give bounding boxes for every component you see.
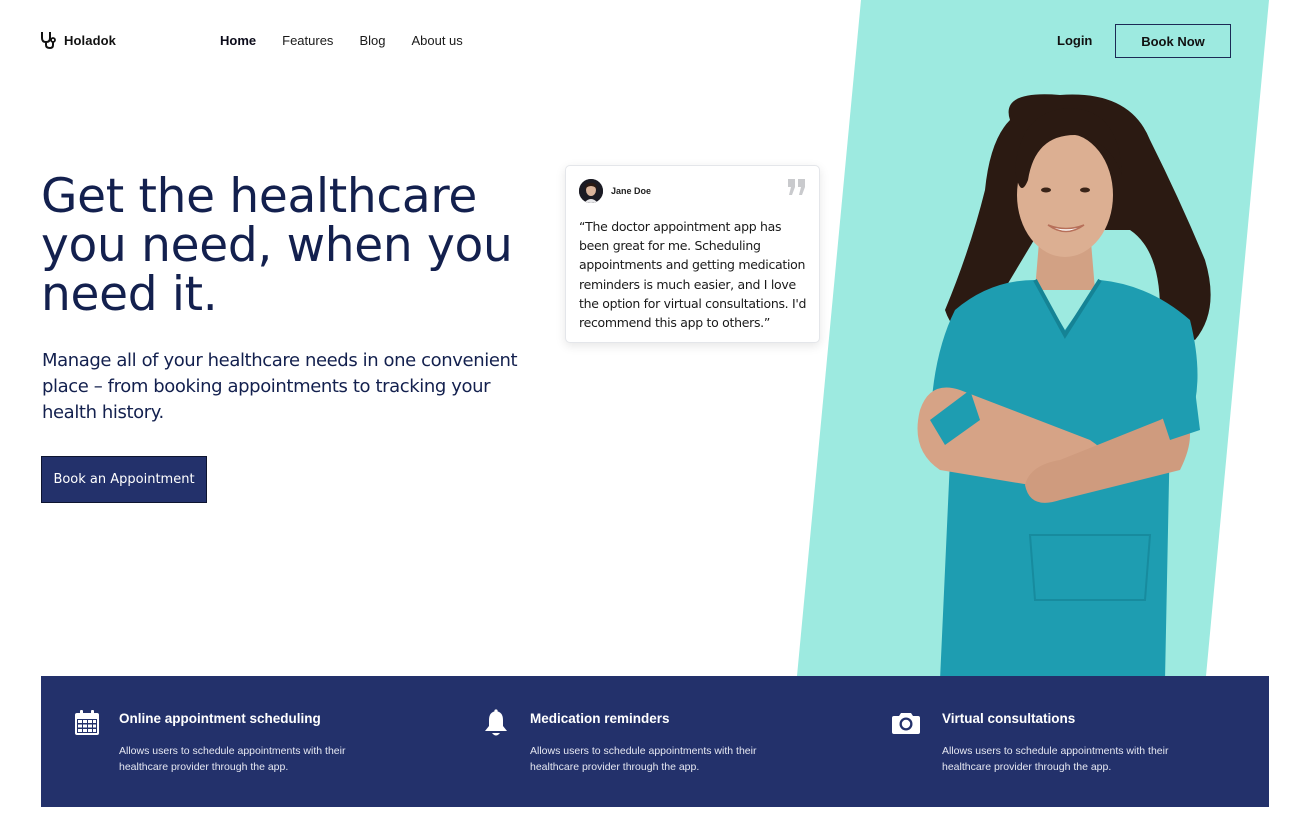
brand-logo[interactable]: Holadok bbox=[40, 31, 116, 50]
quote-icon bbox=[788, 179, 805, 195]
nav-item-features[interactable]: Features bbox=[282, 33, 333, 48]
testimonial-quote: “The doctor appointment app has been gre… bbox=[579, 219, 807, 331]
feature-description: Allows users to schedule appointments wi… bbox=[119, 745, 346, 773]
testimonial-author: Jane Doe bbox=[611, 186, 652, 196]
calendar-icon bbox=[75, 710, 99, 735]
nav-item-home[interactable]: Home bbox=[220, 33, 256, 48]
brand-name: Holadok bbox=[64, 33, 116, 48]
feature-item-virtual: Virtual consultations Allows users to sc… bbox=[863, 676, 1269, 807]
avatar bbox=[579, 179, 603, 203]
feature-title: Virtual consultations bbox=[942, 711, 1076, 726]
feature-description: Allows users to schedule appointments wi… bbox=[942, 745, 1169, 773]
bell-icon bbox=[485, 709, 507, 736]
nav-item-about-us[interactable]: About us bbox=[411, 33, 462, 48]
feature-title: Online appointment scheduling bbox=[119, 711, 321, 726]
hero-subtitle: Manage all of your healthcare needs in o… bbox=[42, 350, 518, 423]
testimonial-card: Jane Doe “The doctor appointment app has… bbox=[565, 165, 820, 343]
feature-item-reminders: Medication reminders Allows users to sch… bbox=[452, 676, 862, 807]
stethoscope-icon bbox=[41, 32, 56, 50]
feature-item-appointment: Online appointment scheduling Allows use… bbox=[41, 676, 451, 807]
book-appointment-button[interactable]: Book an Appointment bbox=[41, 456, 207, 503]
camera-icon bbox=[892, 713, 920, 734]
login-link[interactable]: Login bbox=[1057, 33, 1092, 48]
hero-title: Get the healthcare you need, when you ne… bbox=[41, 169, 513, 322]
doctor-photo bbox=[917, 94, 1211, 680]
feature-description: Allows users to schedule appointments wi… bbox=[530, 745, 757, 773]
nav-item-blog[interactable]: Blog bbox=[359, 33, 385, 48]
book-now-button[interactable]: Book Now bbox=[1115, 24, 1231, 58]
main-nav: Home Features Blog About us bbox=[220, 33, 489, 48]
features-bar: Online appointment scheduling Allows use… bbox=[41, 676, 1269, 807]
feature-title: Medication reminders bbox=[530, 711, 670, 726]
